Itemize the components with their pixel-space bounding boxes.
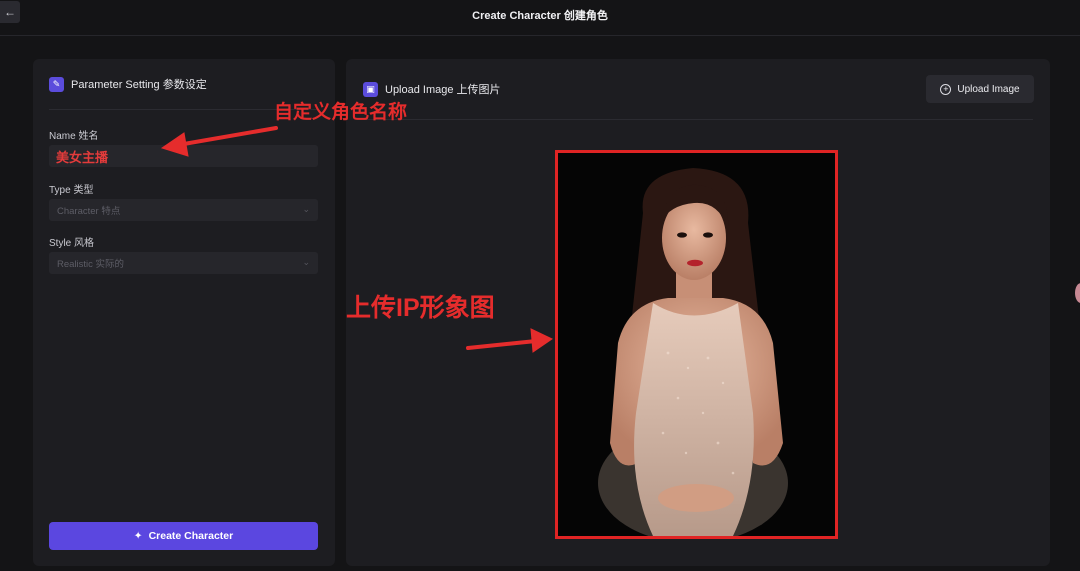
name-label: Name 姓名 bbox=[49, 131, 99, 142]
style-select[interactable]: Realistic 实际的 ⌄ bbox=[49, 252, 318, 274]
type-label: Type 类型 bbox=[49, 185, 94, 196]
style-select-placeholder: Realistic 实际的 bbox=[57, 259, 125, 270]
upload-panel-title: Upload Image 上传图片 bbox=[385, 84, 501, 96]
divider bbox=[363, 119, 1033, 120]
style-label: Style 风格 bbox=[49, 238, 95, 249]
page-title: Create Character 创建角色 bbox=[472, 10, 608, 22]
edit-icon: ✎ bbox=[49, 76, 64, 92]
annotation-image-note: 上传IP形象图 bbox=[346, 294, 495, 322]
create-character-button[interactable]: ✦ Create Character bbox=[49, 522, 318, 550]
create-character-label: Create Character bbox=[148, 530, 234, 542]
name-input[interactable]: 美女主播 bbox=[49, 145, 318, 167]
upload-image-button[interactable]: + Upload Image bbox=[926, 75, 1034, 103]
parameter-panel-header: ✎ Parameter Setting 参数设定 bbox=[49, 76, 207, 92]
type-select[interactable]: Character 特点 ⌄ bbox=[49, 199, 318, 221]
uploaded-image-preview[interactable] bbox=[555, 150, 838, 539]
chevron-down-icon: ⌄ bbox=[302, 257, 310, 267]
upload-image-label: Upload Image bbox=[957, 83, 1020, 95]
annotation-name-note: 自定义角色名称 bbox=[274, 102, 408, 123]
portrait-image bbox=[558, 153, 835, 536]
sparkle-icon: ✦ bbox=[133, 530, 143, 542]
parameter-panel-title: Parameter Setting 参数设定 bbox=[71, 79, 207, 91]
upload-panel-header: ▣ Upload Image 上传图片 bbox=[363, 81, 501, 97]
type-select-placeholder: Character 特点 bbox=[57, 206, 121, 217]
chevron-down-icon: ⌄ bbox=[302, 204, 310, 214]
image-icon: ▣ bbox=[363, 81, 378, 97]
top-bar: ← Create Character 创建角色 bbox=[0, 0, 1080, 36]
avatar-edge bbox=[1075, 283, 1080, 303]
parameter-panel: ✎ Parameter Setting 参数设定 Name 姓名 美女主播 Ty… bbox=[33, 59, 335, 566]
plus-circle-icon: + bbox=[940, 83, 952, 95]
